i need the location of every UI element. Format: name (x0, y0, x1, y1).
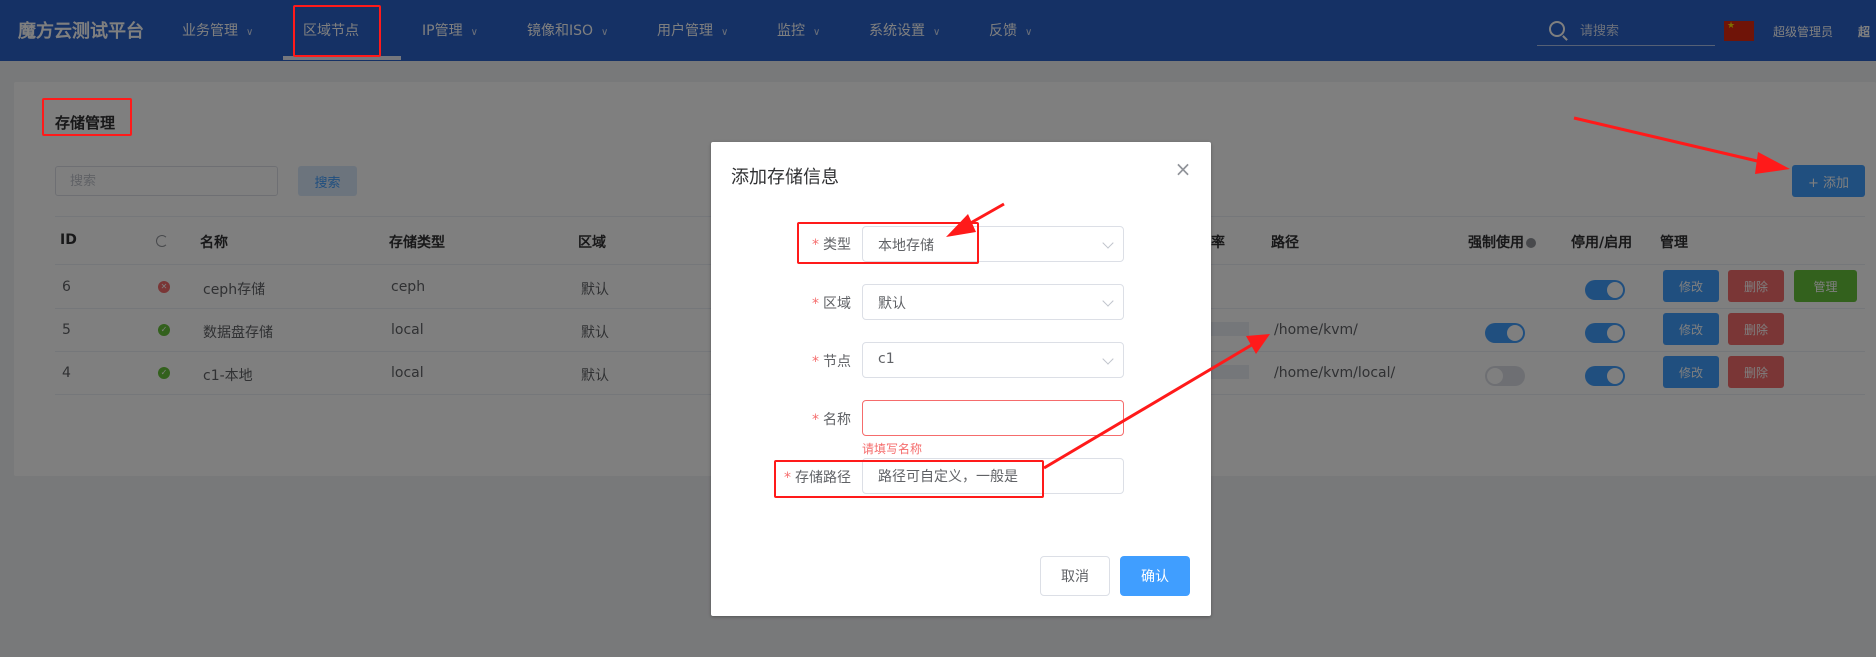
required-mark: * (812, 412, 819, 428)
required-mark: * (812, 354, 819, 370)
required-mark: * (784, 470, 791, 486)
name-label-text: 名称 (823, 412, 851, 428)
required-mark: * (812, 237, 819, 253)
node-label: * 节点 (812, 351, 851, 371)
chevron-down-icon (1102, 295, 1114, 307)
dialog-title: 添加存储信息 (731, 167, 839, 188)
type-select[interactable]: 本地存储 (862, 226, 1124, 262)
add-storage-dialog (711, 142, 1211, 616)
zone-select-value: 默认 (878, 296, 906, 312)
path-label-text: 存储路径 (795, 470, 851, 486)
node-select[interactable]: c1 (862, 342, 1124, 378)
type-select-value: 本地存储 (878, 238, 934, 254)
zone-select[interactable]: 默认 (862, 284, 1124, 320)
type-label-text: 类型 (823, 237, 851, 253)
path-label: * 存储路径 (784, 467, 851, 487)
zone-label-text: 区域 (823, 296, 851, 312)
name-input[interactable] (862, 400, 1124, 436)
name-error-message: 请填写名称 (862, 442, 923, 456)
chevron-down-icon (1102, 237, 1114, 249)
name-label: * 名称 (812, 409, 851, 429)
node-select-value: c1 (878, 351, 895, 367)
cancel-button[interactable]: 取消 (1040, 556, 1110, 596)
chevron-down-icon (1102, 353, 1114, 365)
node-label-text: 节点 (823, 354, 851, 370)
close-icon[interactable]: × (1174, 158, 1192, 182)
zone-label: * 区域 (812, 293, 851, 313)
storage-path-input[interactable] (862, 458, 1124, 494)
confirm-button[interactable]: 确认 (1120, 556, 1190, 596)
required-mark: * (812, 296, 819, 312)
type-label: * 类型 (812, 234, 851, 254)
